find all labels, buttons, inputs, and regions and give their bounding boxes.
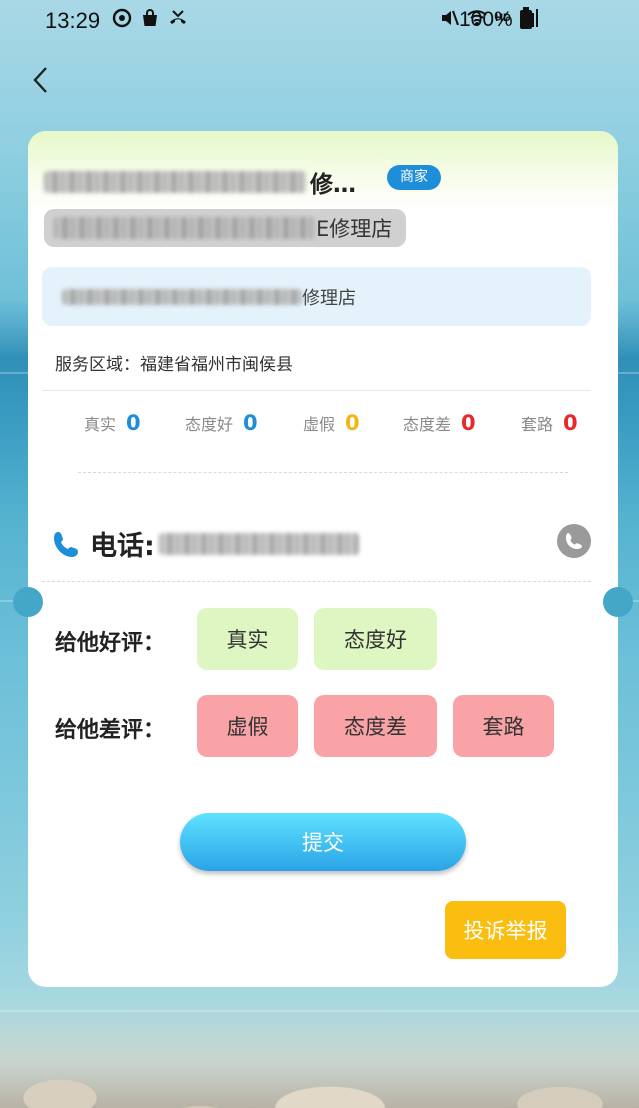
submit-button[interactable]: 提交 [180,813,466,871]
stat-trick: 套路 0 [521,411,578,435]
redacted-phone [158,532,359,555]
shop-tag: E修理店 [44,209,406,247]
stat-real: 真实 0 [84,411,141,435]
phone-label: 电话: [90,531,155,562]
card-notch-left [13,587,43,617]
dashed-divider [78,472,568,473]
mute-icon [442,10,460,26]
call-icon [566,533,582,549]
tag-fake-button[interactable]: 虚假 [197,695,298,757]
call-button[interactable] [557,524,591,558]
service-area: 服务区域：福建省福州市闽侯县 [55,355,293,375]
phone-row: 电话: [52,524,359,563]
redacted-name [44,171,306,193]
tag-bad-attitude-button[interactable]: 态度差 [314,695,437,757]
shop-name-box: 修理店 [42,267,591,326]
redacted-shop-name [62,288,302,305]
status-bar: 13:29 HD 100% [0,0,639,44]
stat-fake: 虚假 0 [303,411,360,435]
stat-bad-attitude: 态度差 0 [403,411,476,435]
merchant-badge: 商家 [387,165,441,190]
merchant-name: 修… [44,165,356,199]
tag-good-attitude-button[interactable]: 态度好 [314,608,437,670]
tag-real-button[interactable]: 真实 [197,608,298,670]
battery-icon [520,7,532,29]
battery-percent: 100% [459,8,513,31]
stat-good-attitude: 态度好 0 [185,411,258,435]
tag-trick-button[interactable]: 套路 [453,695,554,757]
status-time: 13:29 [45,8,101,33]
good-review-label: 给他好评： [55,631,166,656]
sync-icon [112,8,132,28]
review-stats: 真实 0 态度好 0 虚假 0 态度差 0 套路 0 [28,411,618,441]
merchant-card: 修… 商家 E修理店 修理店 服务区域：福建省福州市闽侯县 真实 0 态度好 0… [13,131,633,987]
missed-call-icon [170,10,186,24]
redacted-shop-tag [54,217,316,239]
chevron-left-icon [33,67,47,93]
bag-icon [143,9,157,26]
card-notch-right [603,587,633,617]
dashed-divider-2 [42,581,591,582]
background-rocks [0,1038,639,1108]
report-button[interactable]: 投诉举报 [445,901,566,959]
bad-review-label: 给他差评： [55,718,166,743]
divider [42,390,591,391]
back-button[interactable] [22,62,58,98]
phone-icon [54,531,78,557]
